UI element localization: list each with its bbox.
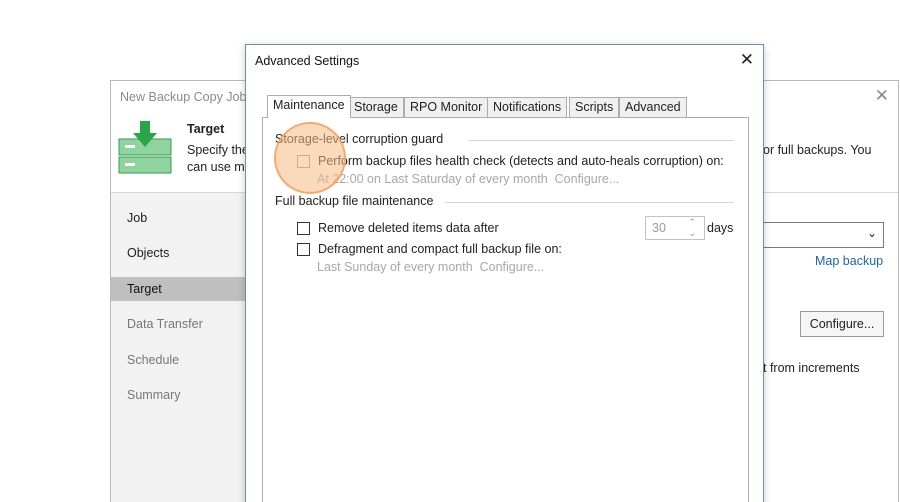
- advanced-settings-dialog: Advanced Settings ✕ Maintenance Storage …: [245, 44, 764, 502]
- remove-deleted-checkbox[interactable]: [297, 221, 310, 235]
- health-check-label: Perform backup files health check (detec…: [318, 154, 724, 168]
- stepper-arrows-icon[interactable]: ⌃ ⌄: [688, 217, 696, 239]
- nav-item-data-transfer[interactable]: Data Transfer: [111, 312, 245, 336]
- wizard-steps-nav: Job Objects Target Data Transfer Schedul…: [111, 193, 245, 502]
- nav-item-schedule[interactable]: Schedule: [111, 348, 245, 372]
- backup-repository-select[interactable]: ⌄: [763, 222, 884, 248]
- tab-storage[interactable]: Storage: [348, 97, 404, 117]
- full-maintenance-group-title: Full backup file maintenance: [275, 194, 434, 208]
- nav-item-job[interactable]: Job: [111, 206, 245, 230]
- configure-button[interactable]: Configure...: [800, 311, 884, 337]
- health-check-schedule: At 22:00 on Last Saturday of every month…: [317, 172, 620, 186]
- increments-text: t from increments: [763, 361, 860, 375]
- tab-advanced[interactable]: Advanced: [619, 97, 687, 117]
- target-icon: [118, 121, 172, 174]
- health-check-configure-link[interactable]: Configure...: [555, 172, 620, 186]
- health-check-checkbox[interactable]: [297, 154, 310, 168]
- step-description-line1: Specify the: [187, 143, 249, 157]
- wizard-title: New Backup Copy Job: [120, 90, 247, 104]
- defragment-label: Defragment and compact full backup file …: [318, 242, 562, 256]
- tab-notifications[interactable]: Notifications: [487, 97, 568, 117]
- group-divider: [468, 140, 734, 141]
- close-icon[interactable]: ✕: [740, 50, 754, 70]
- dialog-title: Advanced Settings: [255, 54, 360, 68]
- remove-deleted-row[interactable]: Remove deleted items data after: [297, 221, 499, 235]
- nav-item-target[interactable]: Target: [111, 277, 245, 301]
- maintenance-tab-panel: Storage-level corruption guard Perform b…: [262, 117, 749, 502]
- stepper-value: 30: [652, 221, 666, 235]
- nav-item-objects[interactable]: Objects: [111, 241, 245, 265]
- tab-rpo-monitor[interactable]: RPO Monitor: [404, 97, 489, 117]
- nav-item-summary[interactable]: Summary: [111, 383, 245, 407]
- step-description-right: or full backups. You: [763, 143, 872, 157]
- defragment-row[interactable]: Defragment and compact full backup file …: [297, 242, 562, 256]
- wizard-close-icon[interactable]: ✕: [875, 86, 889, 106]
- remove-deleted-label: Remove deleted items data after: [318, 221, 499, 235]
- tab-maintenance[interactable]: Maintenance: [267, 95, 351, 118]
- group-divider: [445, 202, 734, 203]
- defragment-configure-link[interactable]: Configure...: [480, 260, 545, 274]
- tab-scripts[interactable]: Scripts: [569, 97, 620, 117]
- storage-guard-group-title: Storage-level corruption guard: [275, 132, 444, 146]
- remove-deleted-days-stepper[interactable]: 30 ⌃ ⌄: [645, 216, 705, 240]
- days-unit-label: days: [707, 221, 734, 235]
- defragment-checkbox[interactable]: [297, 242, 310, 256]
- step-title: Target: [187, 122, 225, 136]
- map-backup-link[interactable]: Map backup: [815, 254, 883, 268]
- health-check-row[interactable]: Perform backup files health check (detec…: [297, 154, 724, 168]
- step-description-line2: can use m: [187, 160, 245, 174]
- chevron-down-icon: ⌄: [866, 226, 877, 240]
- defragment-schedule: Last Sunday of every month Configure...: [317, 260, 545, 274]
